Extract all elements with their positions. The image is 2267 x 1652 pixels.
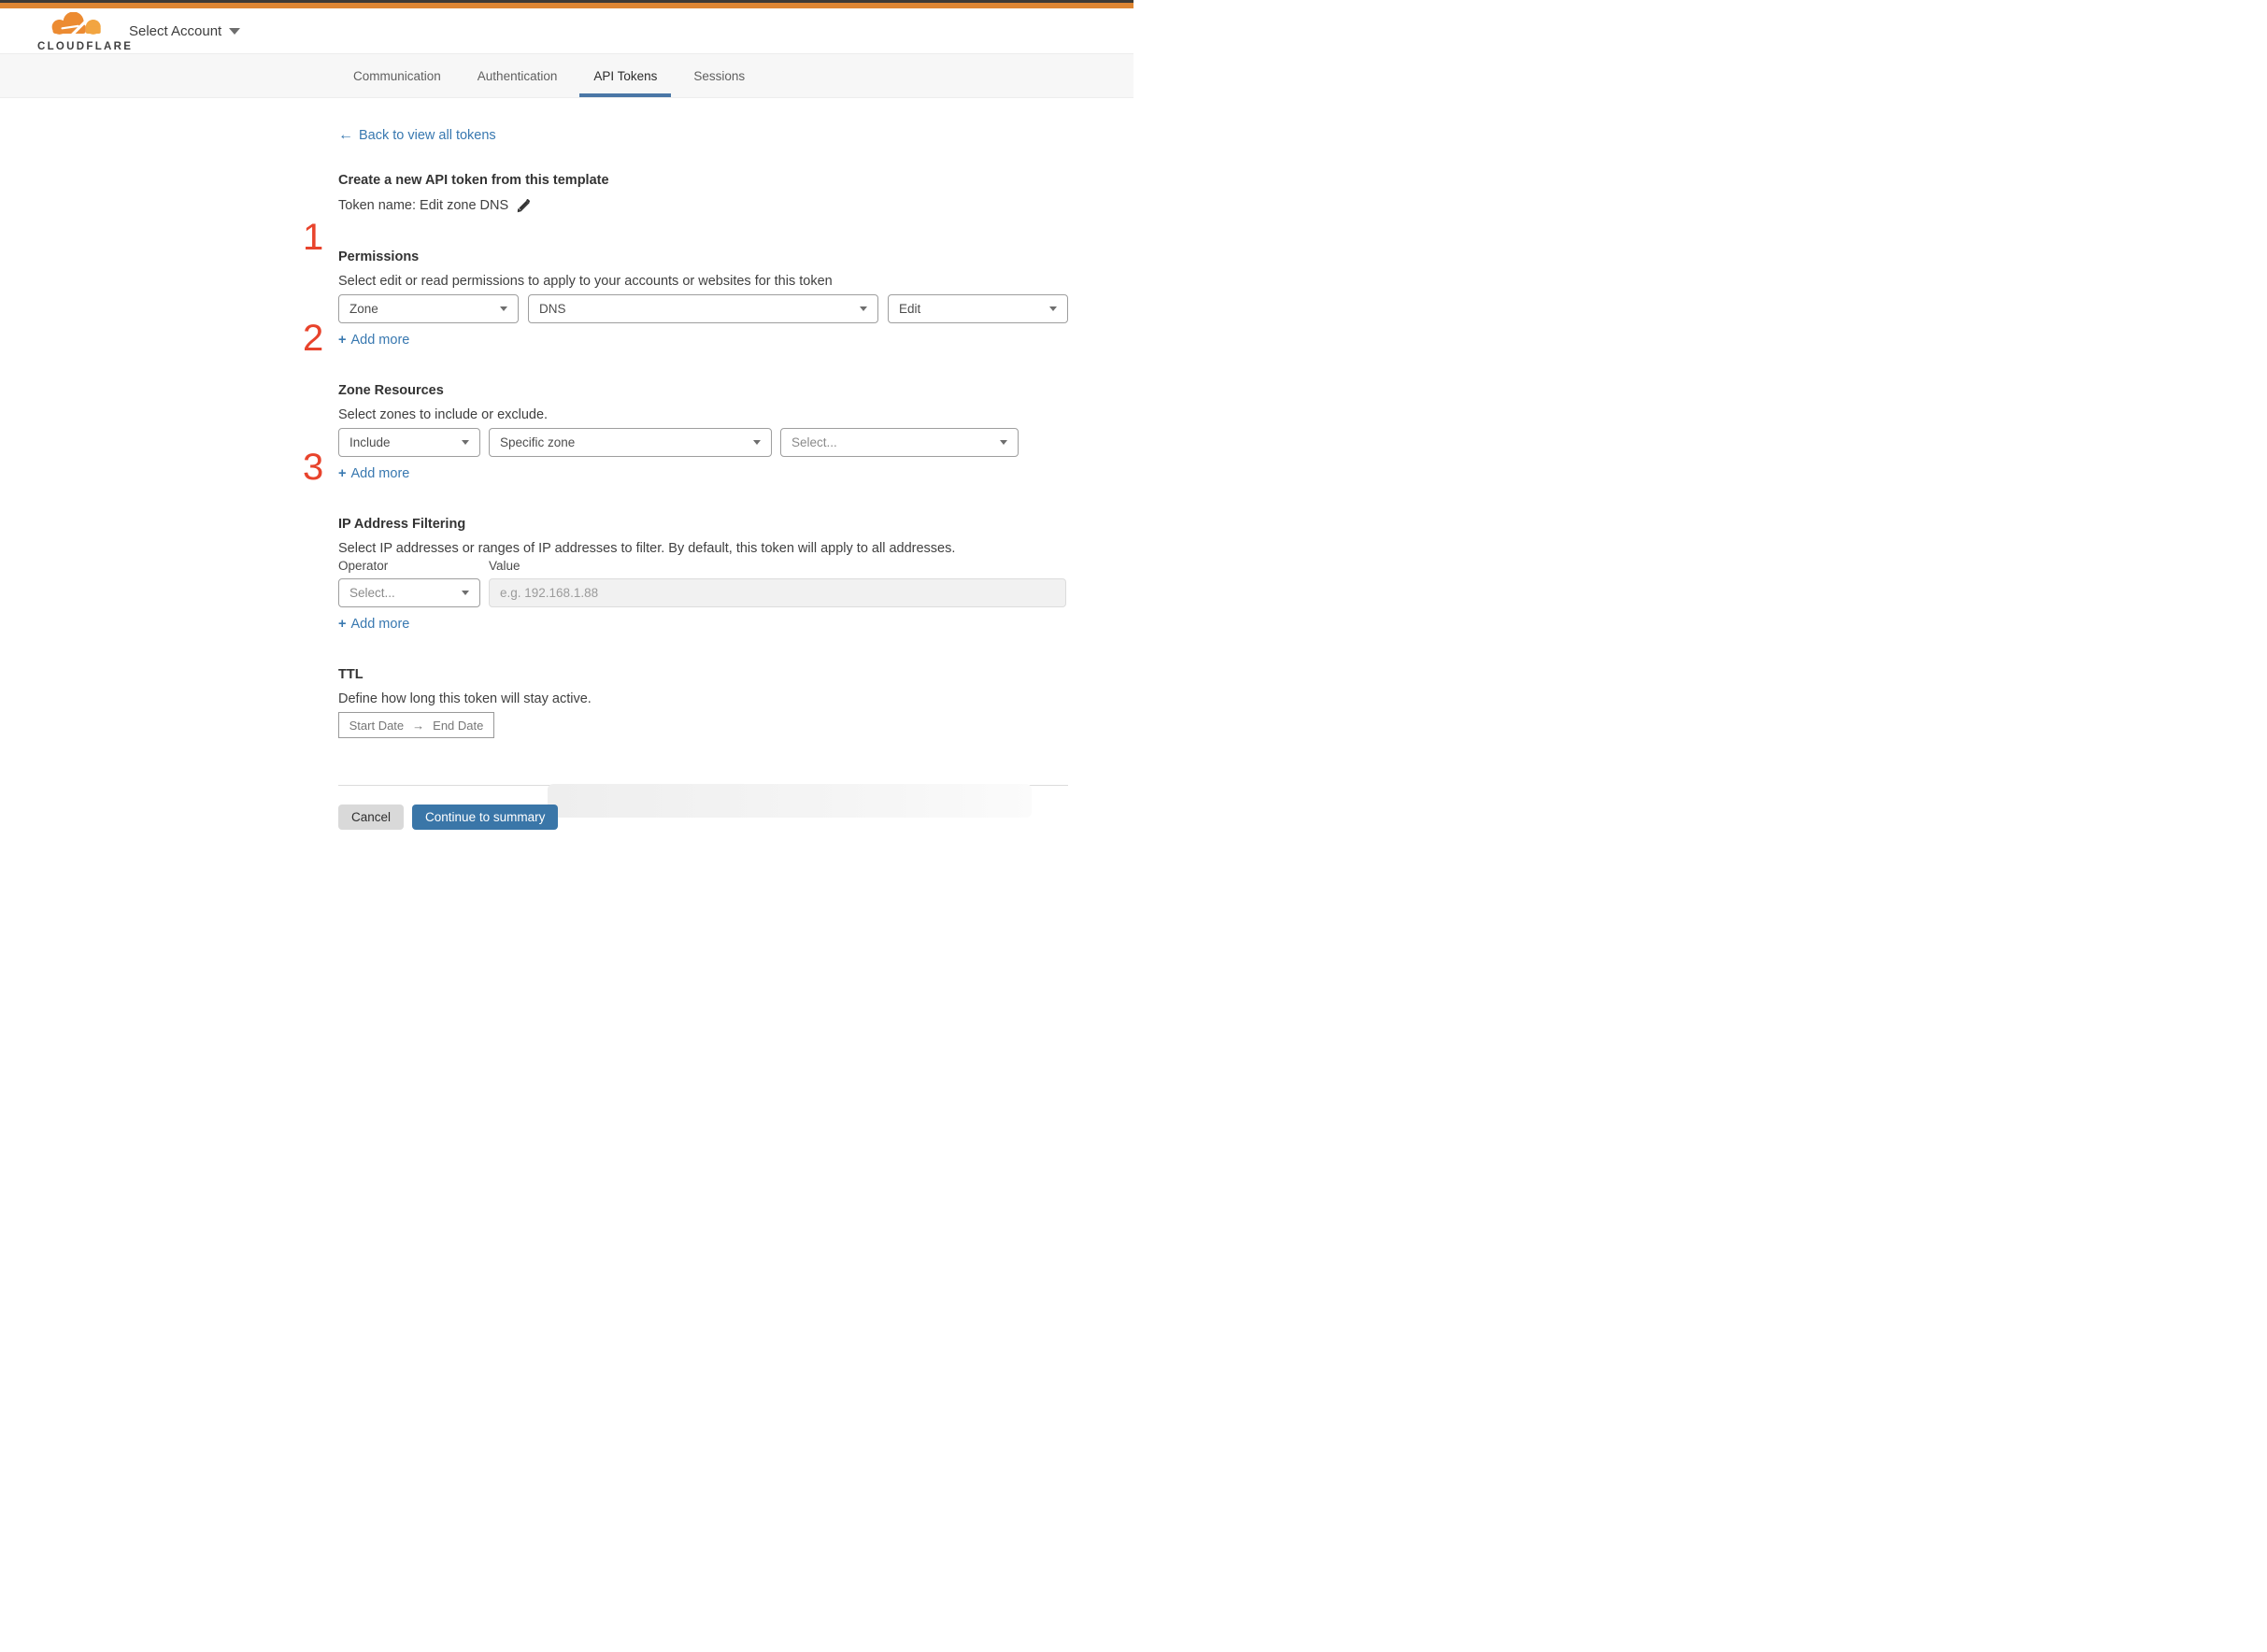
value-label: Value <box>489 559 520 573</box>
tab-sessions[interactable]: Sessions <box>679 54 759 97</box>
ip-operator-select[interactable]: Select... <box>338 578 480 607</box>
plus-icon: + <box>338 333 347 348</box>
token-name-label: Token name: Edit zone DNS <box>338 198 509 213</box>
main-content: 1 2 3 ← Back to view all tokens Create a… <box>303 127 1068 830</box>
permissions-add-more-link[interactable]: + Add more <box>338 331 1068 349</box>
select-caret-icon <box>1049 306 1057 311</box>
zone-resources-row: Include Specific zone Select... <box>338 428 1068 457</box>
edit-pencil-icon[interactable] <box>516 198 531 213</box>
zone-resources-add-more-link[interactable]: + Add more <box>338 464 1068 483</box>
annotation-step-3: 3 <box>303 447 324 488</box>
tab-communication[interactable]: Communication <box>339 54 455 97</box>
zone-type-select[interactable]: Specific zone <box>489 428 772 457</box>
permissions-row: Zone DNS Edit <box>338 294 1068 323</box>
zone-include-exclude-select[interactable]: Include <box>338 428 480 457</box>
zone-resources-description: Select zones to include or exclude. <box>338 407 549 422</box>
select-caret-icon <box>1000 440 1007 445</box>
right-arrow-icon: → <box>412 718 425 733</box>
ttl-date-range-picker[interactable]: Start Date → End Date <box>338 712 494 738</box>
ip-filtering-labels: Operator Value <box>338 558 1068 575</box>
account-selector-dropdown[interactable]: Select Account <box>129 8 241 54</box>
select-caret-icon <box>860 306 867 311</box>
ip-filtering-section: IP Address Filtering Select IP addresses… <box>338 515 1068 634</box>
ttl-heading: TTL <box>338 667 364 682</box>
plus-icon: + <box>338 617 347 632</box>
select-caret-icon <box>500 306 507 311</box>
permissions-description: Select edit or read permissions to apply… <box>338 274 833 289</box>
zone-resources-heading: Zone Resources <box>338 383 444 398</box>
permission-level-select[interactable]: Edit <box>888 294 1068 323</box>
ip-filtering-heading: IP Address Filtering <box>338 517 466 532</box>
token-name-row: Token name: Edit zone DNS <box>338 195 1068 216</box>
permission-scope-select[interactable]: Zone <box>338 294 519 323</box>
select-caret-icon <box>462 440 469 445</box>
ttl-section: TTL Define how long this token will stay… <box>338 665 1068 738</box>
title-section: Create a new API token from this templat… <box>338 171 1068 216</box>
select-caret-icon <box>462 591 469 595</box>
account-selector-label: Select Account <box>129 23 222 39</box>
back-link-label: Back to view all tokens <box>359 128 496 143</box>
zone-name-select[interactable]: Select... <box>780 428 1019 457</box>
start-date-label: Start Date <box>349 718 405 733</box>
cloudflare-wordmark: CLOUDFLARE <box>37 41 134 52</box>
ttl-description: Define how long this token will stay act… <box>338 691 592 706</box>
end-date-label: End Date <box>433 718 484 733</box>
zone-resources-section: Zone Resources Select zones to include o… <box>338 381 1068 483</box>
cancel-button[interactable]: Cancel <box>338 805 405 830</box>
cloudflare-logo[interactable]: CLOUDFLARE <box>37 12 134 52</box>
select-caret-icon <box>753 440 761 445</box>
tab-authentication[interactable]: Authentication <box>463 54 572 97</box>
back-to-tokens-link[interactable]: ← Back to view all tokens <box>338 127 1068 144</box>
page-title: Create a new API token from this templat… <box>338 173 609 188</box>
permissions-heading: Permissions <box>338 249 420 264</box>
tab-bar: Communication Authentication API Tokens … <box>0 54 1134 98</box>
annotation-step-1: 1 <box>303 217 324 258</box>
plus-icon: + <box>338 466 347 481</box>
continue-to-summary-button[interactable]: Continue to summary <box>412 805 559 830</box>
header: CLOUDFLARE Select Account <box>0 8 1134 54</box>
footer-buttons: Cancel Continue to summary <box>338 805 1068 830</box>
cloudflare-cloud-icon <box>51 12 101 37</box>
permissions-section: Permissions Select edit or read permissi… <box>338 248 1068 349</box>
permission-item-select[interactable]: DNS <box>528 294 878 323</box>
ip-value-input[interactable] <box>489 578 1066 607</box>
chevron-down-icon <box>229 28 241 35</box>
tab-api-tokens[interactable]: API Tokens <box>579 54 672 97</box>
annotation-step-2: 2 <box>303 318 324 359</box>
ip-filtering-description: Select IP addresses or ranges of IP addr… <box>338 541 956 556</box>
ip-filtering-row: Select... <box>338 578 1068 607</box>
operator-label: Operator <box>338 559 389 573</box>
left-arrow-icon: ← <box>338 127 353 143</box>
ip-filtering-add-more-link[interactable]: + Add more <box>338 615 1068 634</box>
